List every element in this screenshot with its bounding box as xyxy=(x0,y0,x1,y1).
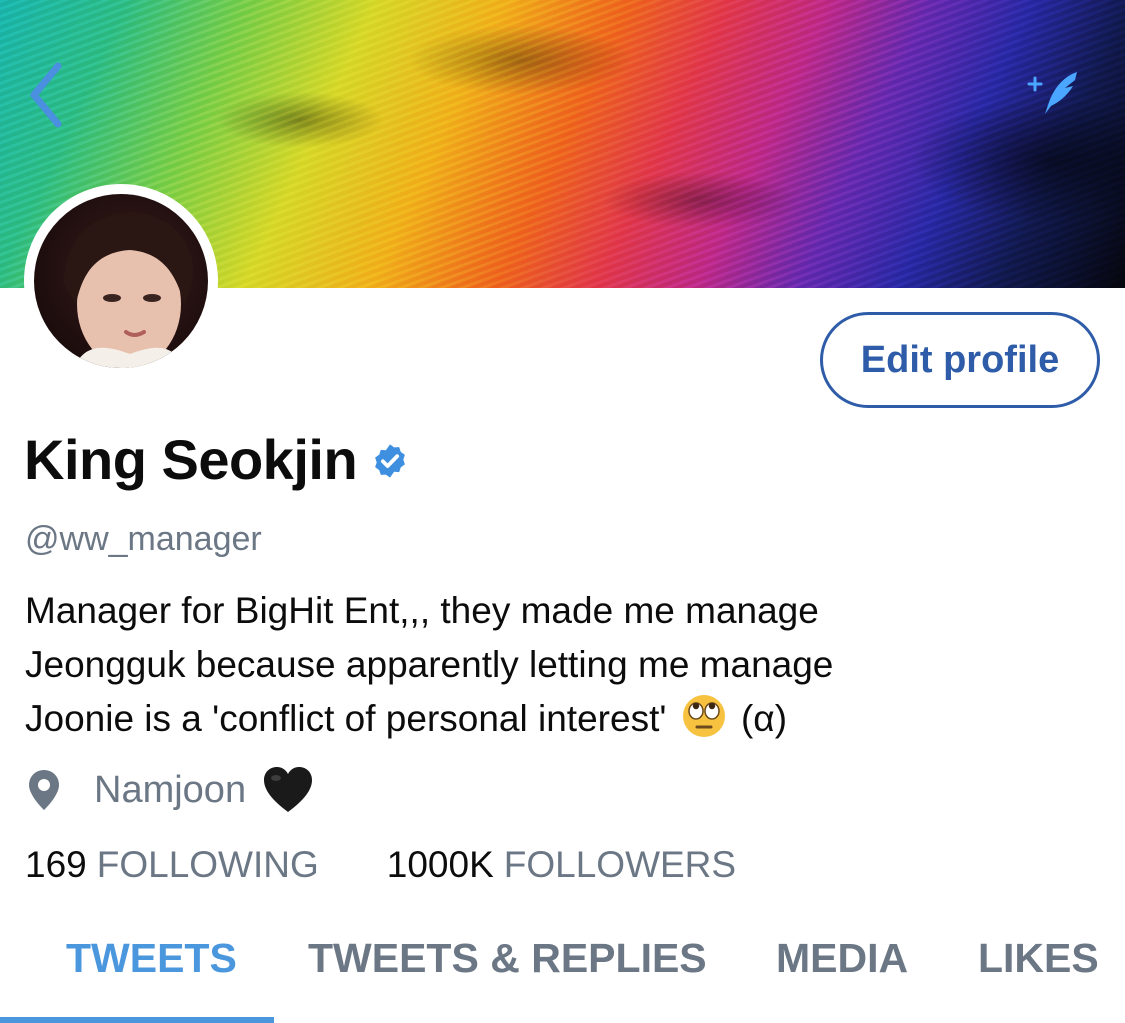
edit-profile-button[interactable]: Edit profile xyxy=(820,312,1100,408)
bio-line: Jeongguk because apparently letting me m… xyxy=(25,644,834,685)
black-heart-icon xyxy=(264,767,313,812)
tab-media[interactable]: MEDIA xyxy=(776,928,908,988)
location-pin-icon xyxy=(29,770,59,810)
tab-tweets-replies[interactable]: TWEETS & REPLIES xyxy=(308,928,707,988)
tab-tweets[interactable]: TWEETS xyxy=(66,928,237,988)
sparkle-feather-icon xyxy=(1027,72,1077,114)
tab-likes[interactable]: LIKES xyxy=(978,928,1099,988)
following-stat[interactable]: 169 FOLLOWING xyxy=(25,844,319,886)
profile-location: Namjoon xyxy=(26,762,314,818)
face-with-rolling-eyes-emoji xyxy=(682,695,725,737)
avatar-image xyxy=(34,194,208,368)
profile-stats: 169 FOLLOWING 1000K FOLLOWERS xyxy=(25,840,736,890)
bio-line: Manager for BigHit Ent,,, they made me m… xyxy=(25,590,819,631)
followers-stat[interactable]: 1000K FOLLOWERS xyxy=(387,844,736,886)
profile-bio: Manager for BigHit Ent,,, they made me m… xyxy=(25,584,1105,746)
profile-name-row: King Seokjin xyxy=(24,424,409,494)
chevron-left-icon xyxy=(30,62,62,128)
verified-badge-icon xyxy=(375,444,406,478)
followers-label: FOLLOWERS xyxy=(503,844,737,885)
back-button[interactable] xyxy=(22,60,72,130)
active-tab-indicator xyxy=(0,1017,274,1023)
compose-tweet-button[interactable] xyxy=(1025,68,1083,118)
bio-line: Joonie is a 'conflict of personal intere… xyxy=(25,692,1105,746)
bio-line-text: Joonie is a 'conflict of personal intere… xyxy=(25,698,667,739)
profile-name: King Seokjin xyxy=(24,427,358,491)
following-count: 169 xyxy=(25,844,87,885)
profile-handle: @ww_manager xyxy=(25,520,262,558)
profile-tabs: TWEETS TWEETS & REPLIES MEDIA LIKES xyxy=(0,928,1125,1023)
following-label: FOLLOWING xyxy=(96,844,319,885)
avatar[interactable] xyxy=(24,184,218,378)
bio-line-suffix: (α) xyxy=(740,698,788,739)
followers-count: 1000K xyxy=(386,844,494,885)
location-text: Namjoon xyxy=(94,768,247,811)
